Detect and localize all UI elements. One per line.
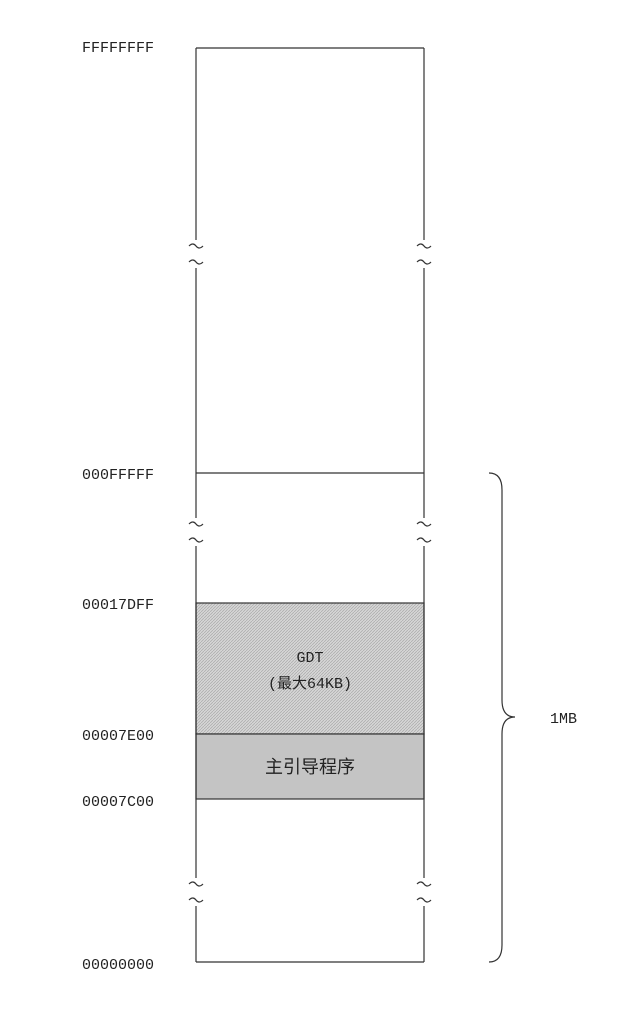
break-marks-upper bbox=[188, 243, 432, 265]
memory-column-top-section bbox=[195, 47, 425, 240]
address-label-mbr-start: 00007C00 bbox=[82, 794, 154, 811]
address-label-gdt-end: 00017DFF bbox=[82, 597, 154, 614]
address-label-bottom: 00000000 bbox=[82, 957, 154, 974]
gdt-subtitle: (最大64KB) bbox=[268, 675, 352, 693]
one-mb-brace bbox=[488, 472, 516, 963]
memory-column-middle-section bbox=[195, 268, 425, 518]
gdt-title: GDT bbox=[296, 650, 323, 667]
gdt-region bbox=[195, 602, 425, 735]
memory-map-diagram: FFFFFFFF 000FFFFF 00017DFF 00007E00 0000… bbox=[82, 40, 577, 974]
address-label-top: FFFFFFFF bbox=[82, 40, 154, 57]
break-marks-lower bbox=[188, 881, 432, 903]
address-label-1mb-end: 000FFFFF bbox=[82, 467, 154, 484]
address-label-mbr-end: 00007E00 bbox=[82, 728, 154, 745]
one-mb-label: 1MB bbox=[550, 711, 577, 728]
break-marks-middle bbox=[188, 521, 432, 543]
memory-column-bottom-section bbox=[195, 906, 425, 963]
mbr-label: 主引导程序 bbox=[265, 757, 355, 778]
